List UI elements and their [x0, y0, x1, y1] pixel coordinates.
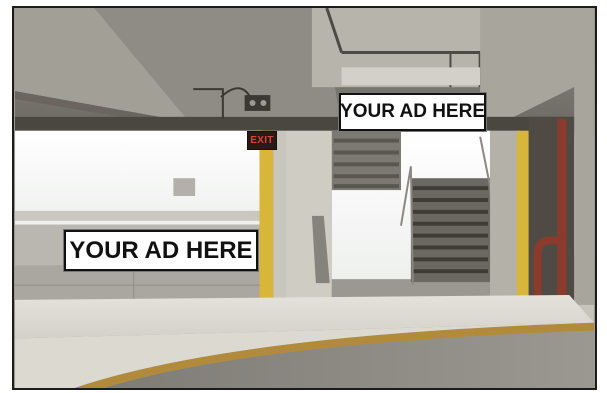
yellow-column-left [259, 130, 274, 307]
opening-left [15, 130, 263, 225]
ad-sign-left-label: YOUR AD HERE [69, 236, 253, 264]
photo-frame: YOUR AD HERE YOUR AD HERE EXIT [12, 6, 597, 390]
ad-sign-top-label: YOUR AD HERE [340, 101, 485, 122]
lower-stairs [410, 178, 491, 283]
yellow-column-right [516, 130, 529, 309]
red-pipe [557, 118, 567, 317]
right-wall [490, 130, 520, 309]
upper-stairs [331, 130, 401, 191]
ad-sign-left: YOUR AD HERE [64, 230, 258, 271]
ad-sign-top: YOUR AD HERE [339, 93, 486, 131]
parking-garage-photo [15, 8, 594, 388]
lintel [15, 116, 594, 131]
exit-sign: EXIT [247, 131, 277, 150]
exit-sign-label: EXIT [250, 135, 274, 146]
